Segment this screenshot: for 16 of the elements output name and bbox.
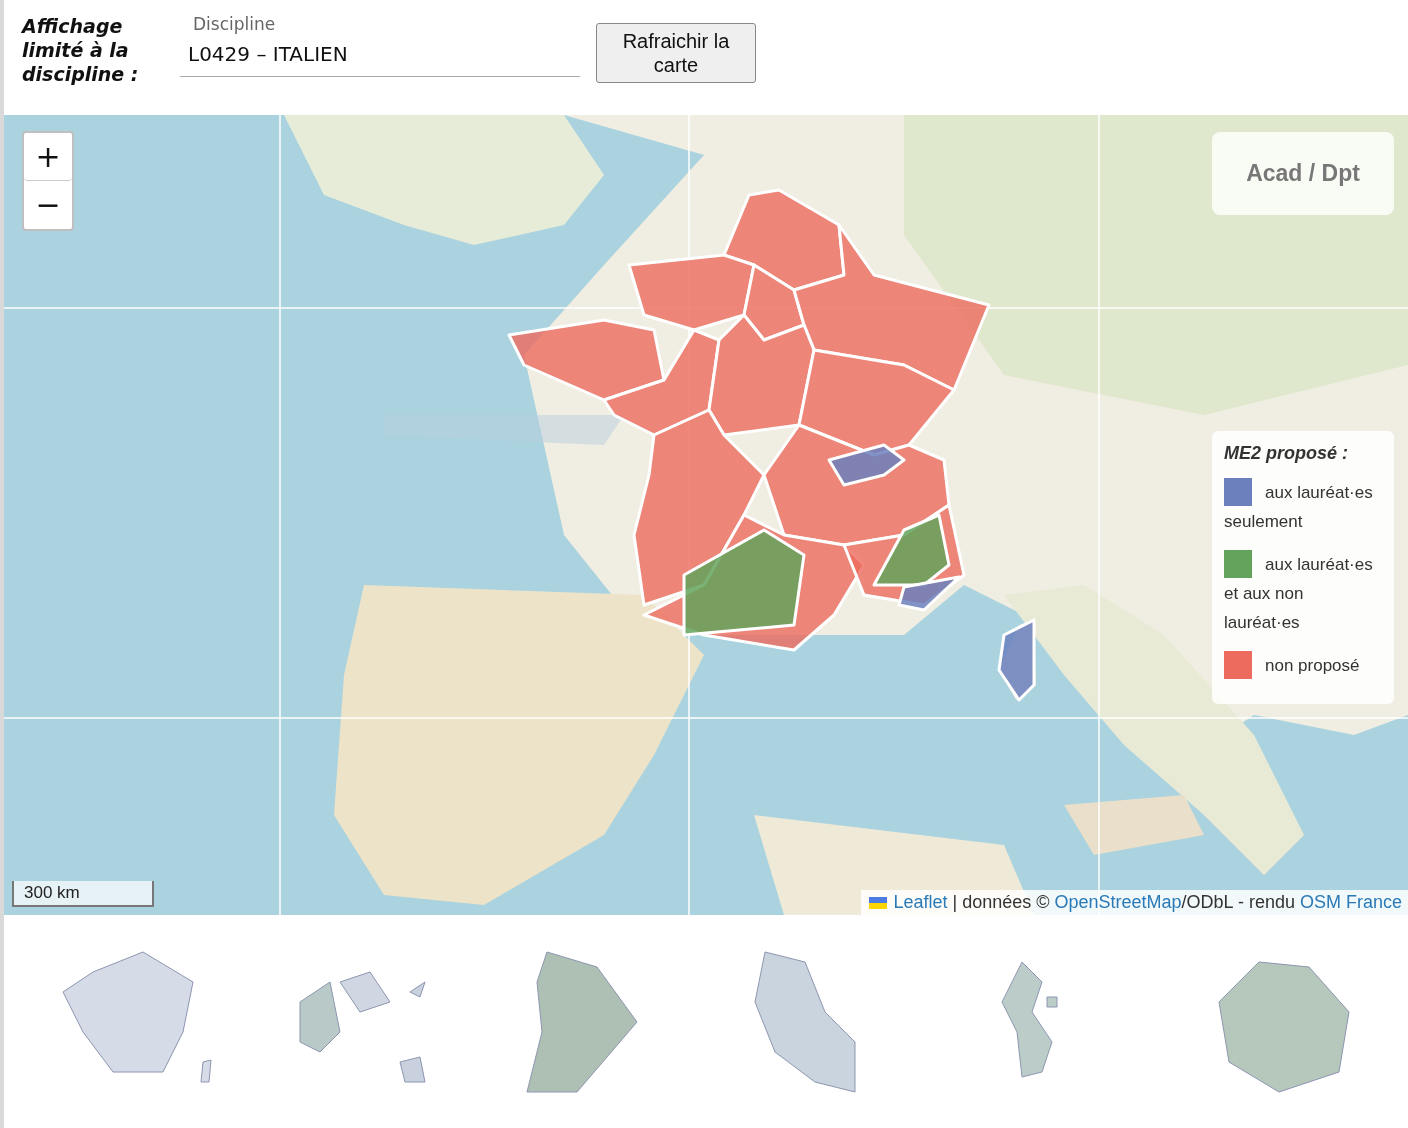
legend-label: aux lauréat·es et aux non lauréat·es: [1224, 555, 1373, 632]
scale-bar: 300 km: [12, 881, 154, 907]
field-label: Discipline: [192, 14, 277, 34]
discipline-field[interactable]: L0429 – ITALIEN: [180, 42, 580, 77]
attribution-link[interactable]: OSM France: [1299, 892, 1402, 912]
filter-label: Affichage limité à la discipline :: [22, 14, 140, 86]
attribution-link[interactable]: OpenStreetMap: [1054, 892, 1182, 912]
legend-title: ME2 proposé :: [1224, 443, 1349, 464]
layer-title: Acad / Dpt: [1246, 160, 1360, 187]
legend-label: aux lauréat·es seulement: [1224, 483, 1373, 531]
legend-label: non proposé: [1265, 656, 1360, 675]
attribution-text: Leaflet | données © OpenStreetMap/ODbL - rendu OSM France: [893, 892, 1402, 913]
layer-control[interactable]: Acad / Dpt: [1212, 132, 1394, 215]
flag-icon: [869, 896, 888, 909]
refresh-button[interactable]: Rafraichir la carte: [596, 23, 756, 83]
attribution-link[interactable]: Leaflet: [893, 892, 948, 912]
